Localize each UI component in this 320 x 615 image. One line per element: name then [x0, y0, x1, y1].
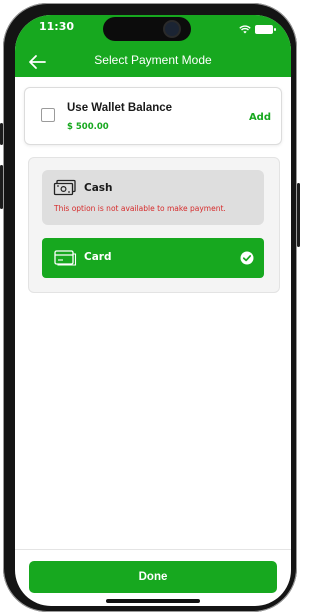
status-time: 11:30 — [39, 20, 75, 33]
card-icon — [54, 250, 77, 266]
dynamic-island — [103, 17, 191, 41]
battery-icon — [255, 24, 276, 34]
page-title: Select Payment Mode — [94, 53, 212, 67]
payment-option-cash[interactable]: Cash This option is not available to mak… — [42, 170, 264, 225]
footer-divider — [15, 549, 291, 550]
app-header: 11:30 Select Payment Mode — [15, 15, 291, 77]
status-bar: 11:30 — [15, 17, 291, 41]
done-button[interactable]: Done — [29, 561, 277, 593]
camera-icon — [165, 22, 179, 36]
cash-label: Cash — [84, 182, 113, 194]
wallet-checkbox[interactable] — [41, 108, 55, 122]
wallet-label: Use Wallet Balance — [67, 102, 173, 114]
home-indicator — [106, 599, 200, 603]
wallet-balance-card: Use Wallet Balance $ 500.00 Add — [24, 87, 282, 145]
check-circle-icon — [240, 251, 254, 265]
phone-frame: 11:30 Select Payment Mode Use Wallet Bal… — [0, 3, 300, 612]
cash-unavailable-message: This option is not available to make pay… — [54, 204, 226, 213]
wallet-amount: $ 500.00 — [67, 122, 109, 132]
wifi-icon — [239, 24, 251, 33]
phone-side-button — [297, 183, 300, 247]
card-label: Card — [84, 251, 112, 263]
add-money-button[interactable]: Add — [249, 112, 271, 123]
cash-icon — [53, 179, 76, 196]
status-icons — [239, 24, 276, 34]
phone-side-button — [0, 165, 3, 209]
payment-options-panel: Cash This option is not available to mak… — [28, 157, 280, 293]
payment-option-card[interactable]: Card — [42, 238, 264, 278]
phone-side-button — [0, 123, 3, 145]
app-screen: 11:30 Select Payment Mode Use Wallet Bal… — [15, 15, 291, 606]
